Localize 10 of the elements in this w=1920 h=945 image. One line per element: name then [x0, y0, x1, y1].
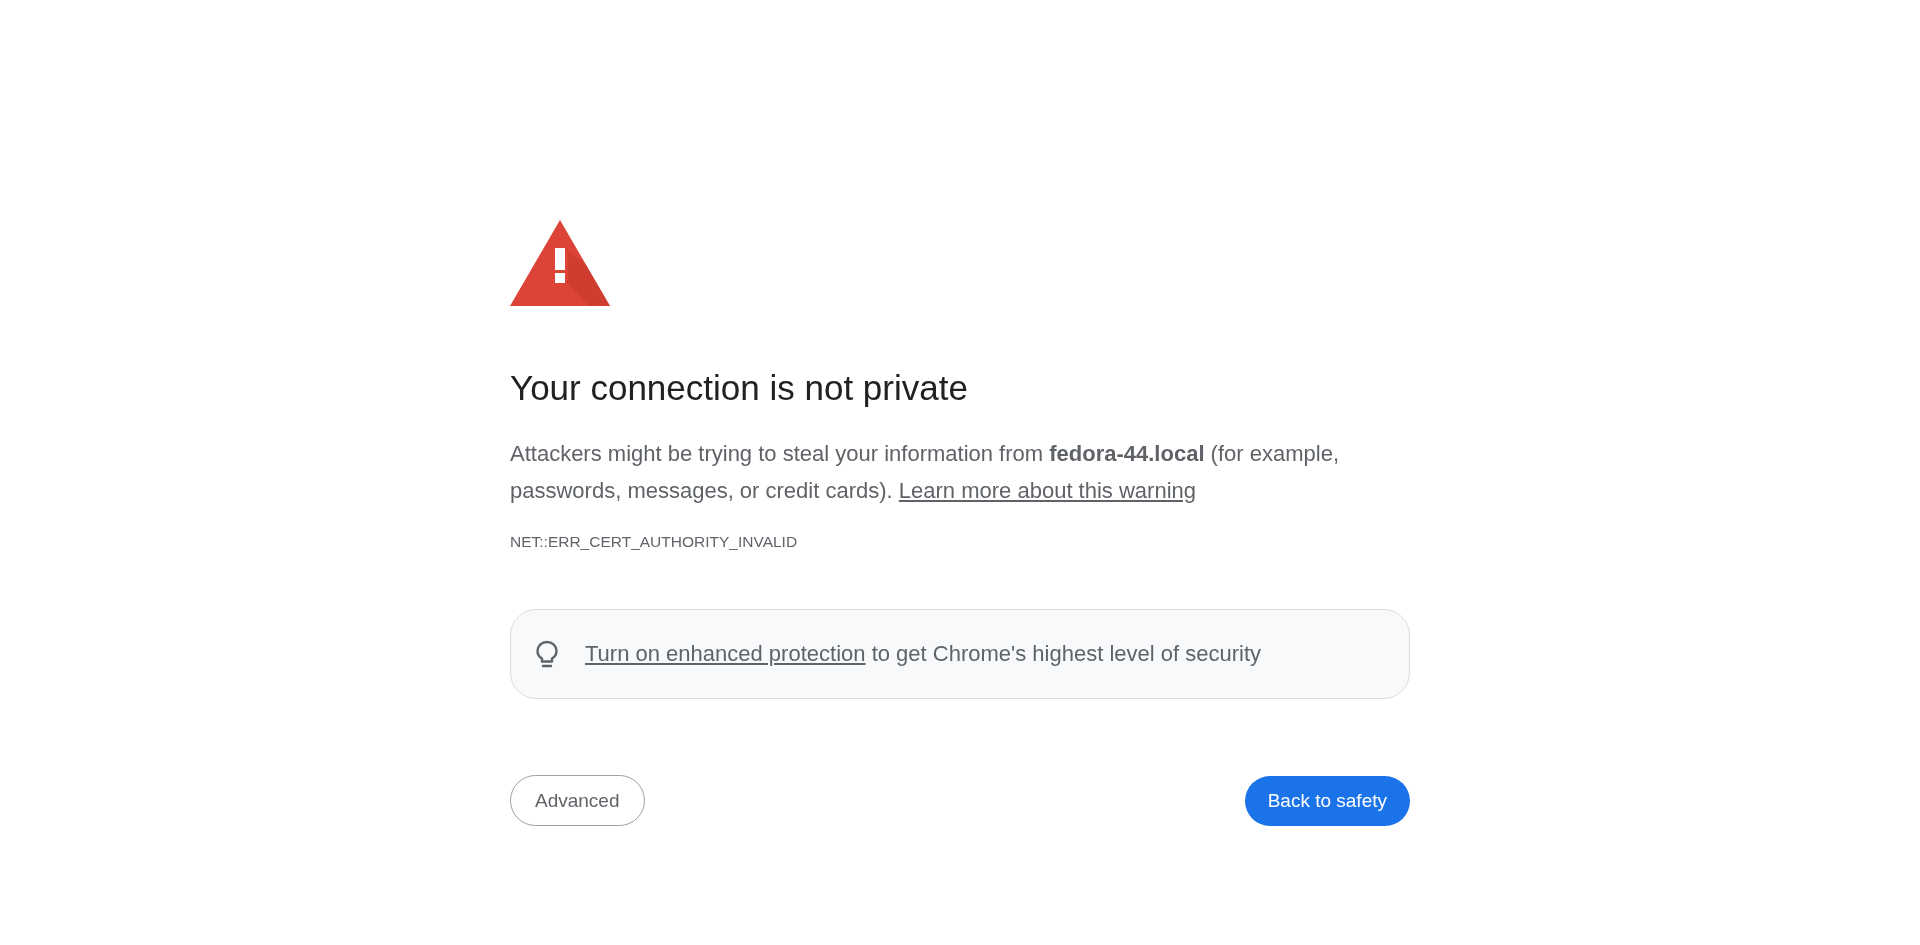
- warning-triangle-icon: [510, 220, 610, 306]
- enhanced-protection-text: Turn on enhanced protection to get Chrome's highest level of security: [585, 640, 1261, 668]
- error-code: NET::ERR_CERT_AUTHORITY_INVALID: [510, 532, 798, 552]
- lightbulb-icon: [535, 639, 559, 669]
- learn-more-link[interactable]: Learn more about this warning: [898, 478, 1196, 503]
- back-to-safety-button[interactable]: Back to safety: [1244, 775, 1410, 826]
- page-heading: Your connection is not private: [510, 367, 968, 409]
- warning-message: Attackers might be trying to steal your information from fedora-44.local (for example, passwords, messages, or credit cards). Learn more about this warning: [510, 440, 1340, 505]
- advanced-button[interactable]: Advanced: [510, 775, 645, 826]
- enhanced-protection-link[interactable]: Turn on enhanced protection: [585, 641, 866, 666]
